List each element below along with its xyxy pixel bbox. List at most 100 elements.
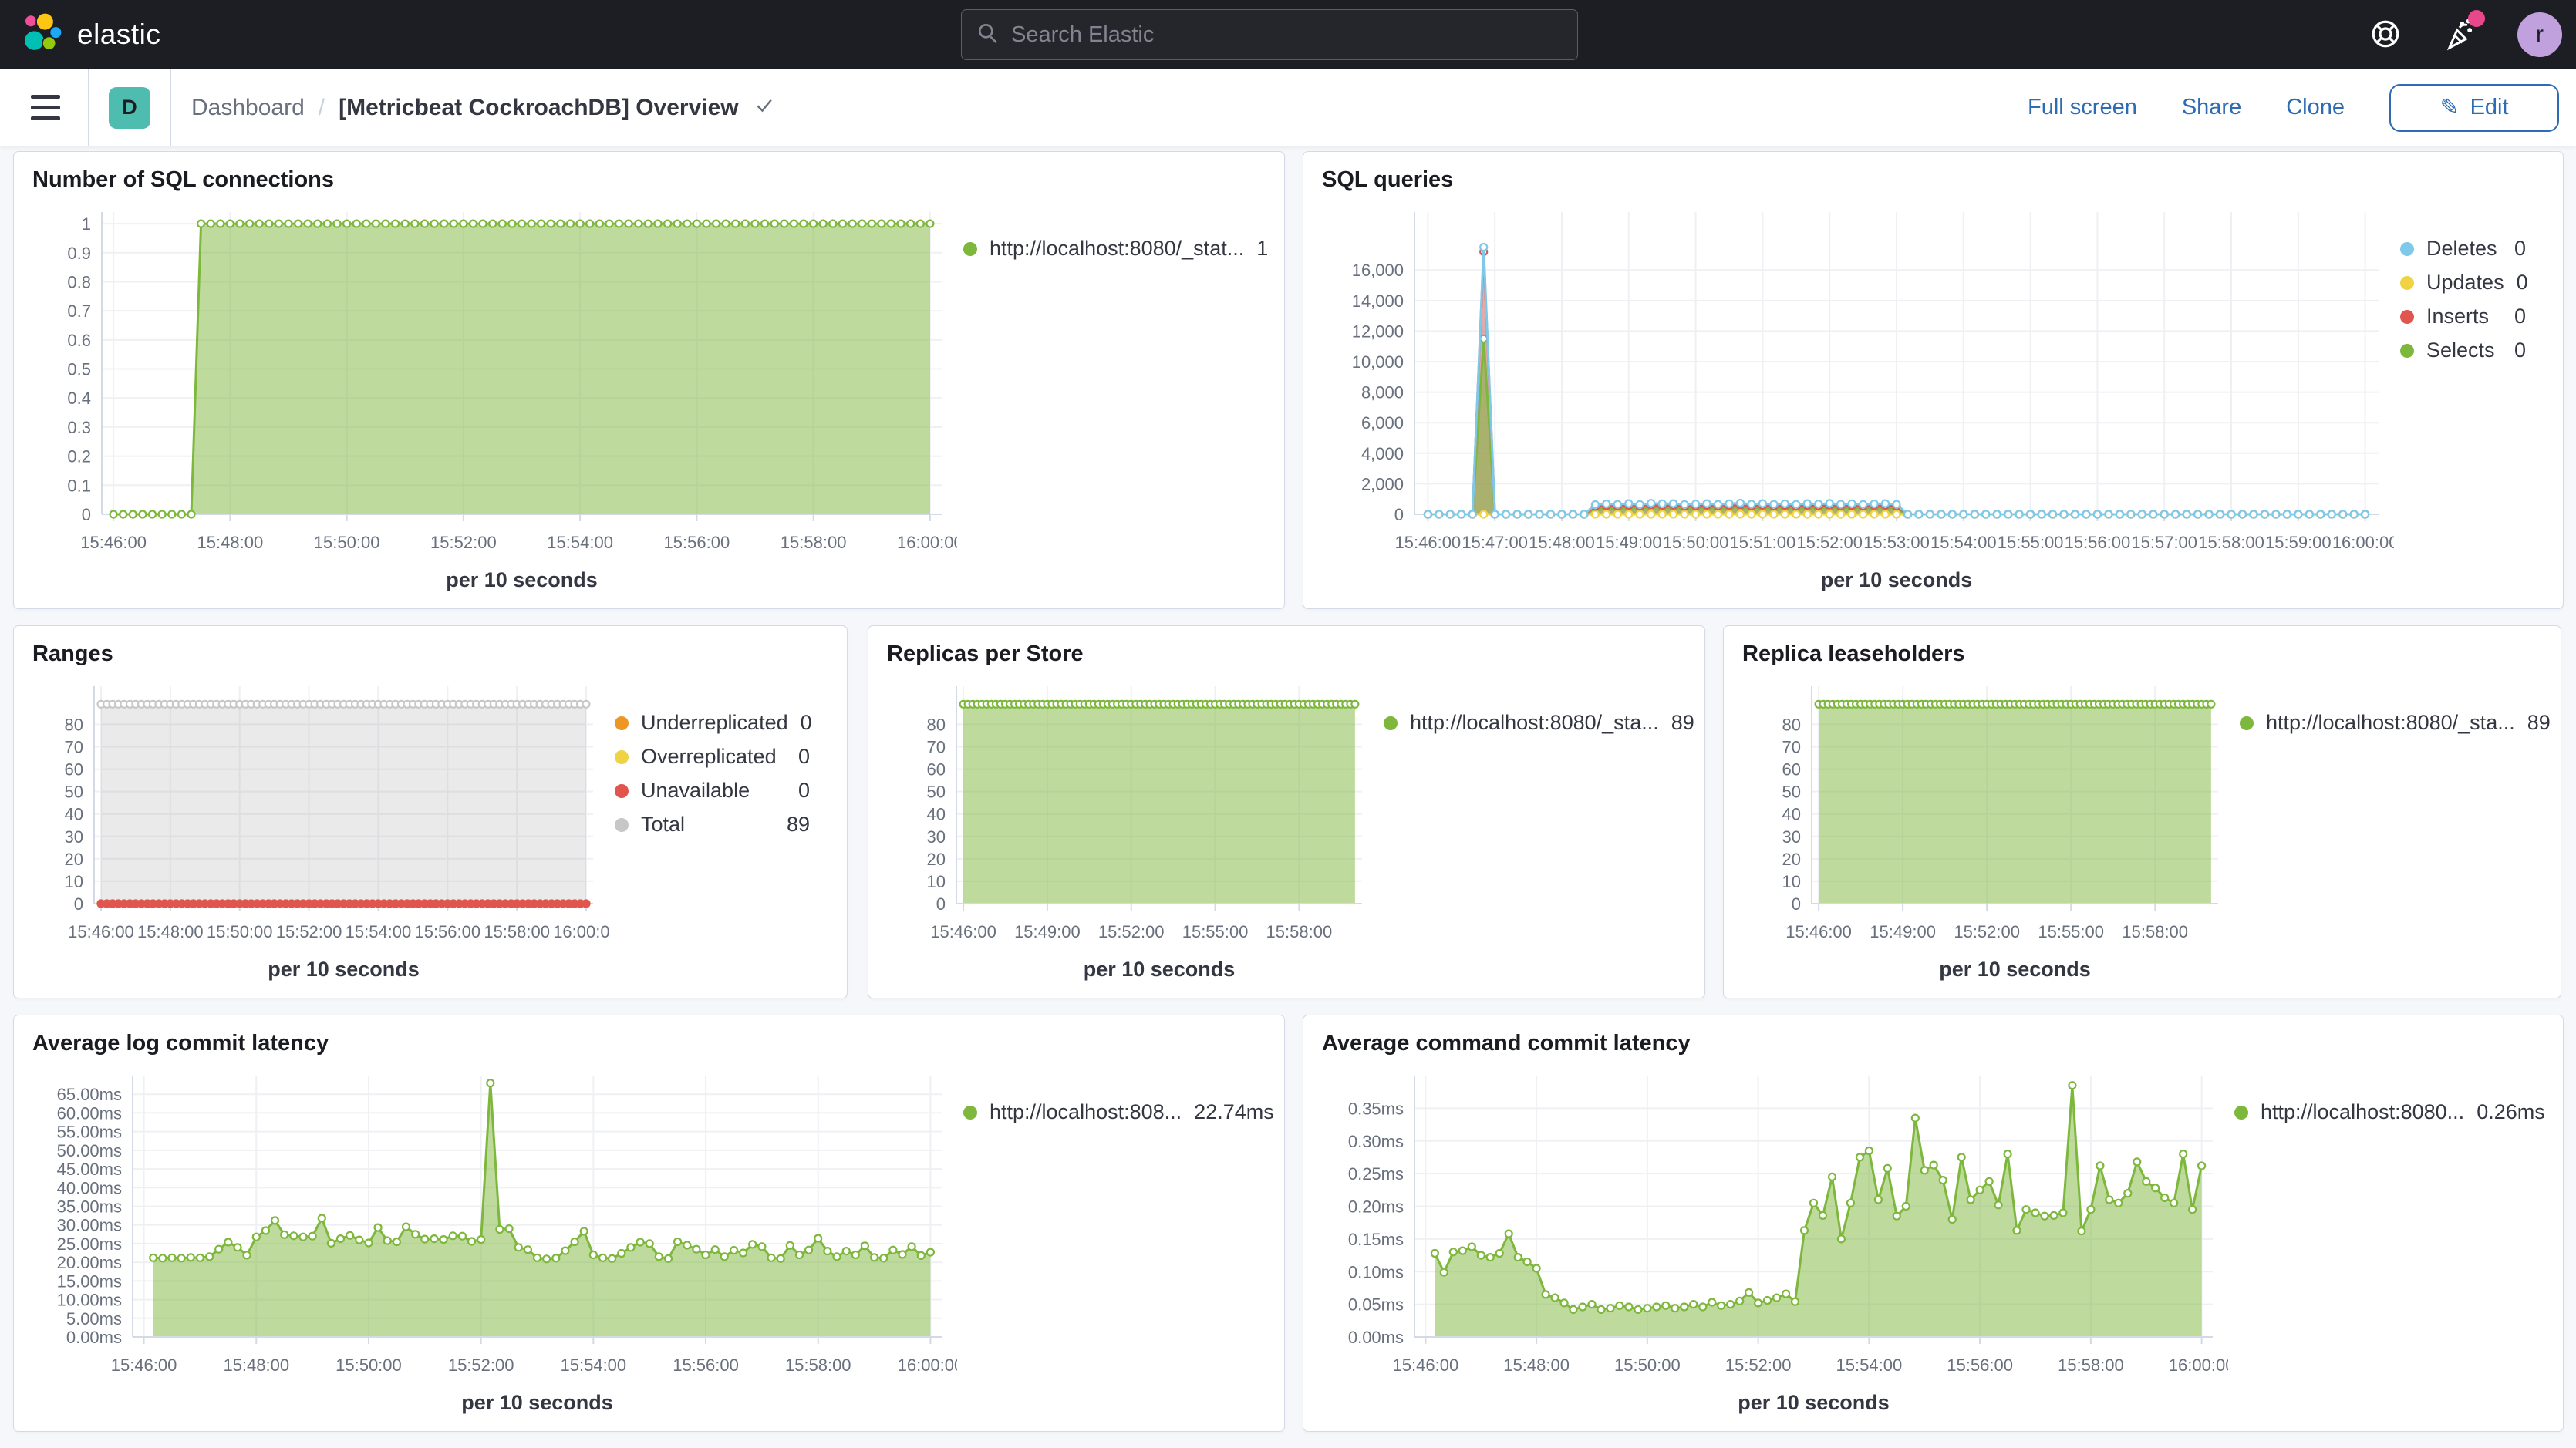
svg-text:per 10 seconds: per 10 seconds [1084,958,1236,981]
legend-item[interactable]: Selects0 [2400,338,2526,362]
chart-canvas[interactable]: 0102030405060708015:46:0015:48:0015:50:0… [32,675,609,995]
svg-text:80: 80 [65,715,83,734]
chart-canvas[interactable]: 0102030405060708015:46:0015:49:0015:52:0… [887,675,1377,995]
svg-text:70: 70 [927,737,946,756]
svg-text:15:58:00: 15:58:00 [1266,922,1333,941]
legend-item[interactable]: Overreplicated0 [615,745,810,769]
svg-text:10,000: 10,000 [1352,352,1404,372]
breadcrumb: Dashboard / [Metricbeat CockroachDB] Ove… [191,93,776,123]
legend-item[interactable]: Underreplicated 0 [615,711,810,735]
chart-canvas[interactable]: 0102030405060708015:46:0015:49:0015:52:0… [1742,675,2234,995]
svg-text:15:48:00: 15:48:00 [1529,533,1595,552]
brand-wordmark: elastic [77,19,160,51]
svg-text:30: 30 [927,827,946,847]
avatar[interactable]: r [2517,12,2562,57]
legend-item[interactable]: Total89 [615,813,810,837]
panel-title[interactable]: Number of SQL connections [32,167,1266,201]
legend-label: http://localhost:8080... [2261,1100,2464,1124]
svg-text:0.1: 0.1 [67,476,91,495]
svg-text:15:52:00: 15:52:00 [430,533,497,552]
legend-value: 89 [1671,711,1694,735]
svg-text:0.5: 0.5 [67,360,91,379]
legend-value: 0 [801,711,812,735]
svg-text:15:54:00: 15:54:00 [346,922,412,941]
svg-text:20: 20 [1782,850,1801,869]
whats-new-button[interactable] [2442,16,2477,54]
svg-text:20: 20 [65,850,83,869]
legend-item[interactable]: http://localhost:808...22.74ms [963,1100,1247,1124]
panel-title[interactable]: Average command commit latency [1322,1031,2544,1065]
chart-svg: 0.00ms0.05ms0.10ms0.15ms0.20ms0.25ms0.30… [1322,1065,2228,1428]
legend-label: Selects [2426,338,2495,362]
svg-text:per 10 seconds: per 10 seconds [1939,958,2091,981]
svg-text:15:56:00: 15:56:00 [414,922,480,941]
svg-text:0: 0 [82,505,91,524]
chart-canvas[interactable]: 00.10.20.30.40.50.60.70.80.9115:46:0015:… [32,201,957,605]
global-search[interactable] [961,9,1578,60]
legend-item[interactable]: Deletes0 [2400,237,2526,261]
svg-text:15:46:00: 15:46:00 [111,1355,177,1375]
space-badge[interactable]: D [109,87,150,129]
share-button[interactable]: Share [2182,95,2241,120]
legend-value: 0 [2514,305,2526,328]
svg-text:0.10ms: 0.10ms [1348,1262,1404,1281]
legend-item[interactable]: http://localhost:8080...0.26ms [2234,1100,2526,1124]
menu-button[interactable] [23,87,68,128]
legend-item[interactable]: Inserts 0 [2400,305,2526,328]
breadcrumb-dashboard-link[interactable]: Dashboard [191,95,305,121]
help-lifebuoy-icon [2369,18,2402,52]
svg-text:15:54:00: 15:54:00 [561,1355,627,1375]
search-input[interactable] [1011,22,1563,48]
check-icon[interactable] [753,93,776,123]
help-button[interactable] [2369,18,2402,52]
svg-text:0.35ms: 0.35ms [1348,1099,1404,1118]
legend-item[interactable]: http://localhost:8080/_sta...89 [2240,711,2524,735]
legend-label: Unavailable [641,779,750,803]
legend-value: 22.74ms [1194,1100,1274,1124]
legend-label: Inserts [2426,305,2489,328]
svg-text:8,000: 8,000 [1361,383,1404,402]
panel-title[interactable]: SQL queries [1322,167,2544,201]
full-screen-button[interactable]: Full screen [2028,95,2137,120]
legend-item[interactable]: http://localhost:8080/_stat...1 [963,237,1247,261]
svg-text:15:54:00: 15:54:00 [1930,533,1997,552]
svg-text:80: 80 [1782,715,1801,734]
legend-value: 0 [2517,271,2528,295]
panel-title[interactable]: Replica leaseholders [1742,641,2542,675]
chart-canvas[interactable]: 0.00ms5.00ms10.00ms15.00ms20.00ms25.00ms… [32,1065,957,1428]
legend-value: 89 [2527,711,2551,735]
legend-label: http://localhost:8080/_stat... [990,237,1244,261]
svg-text:12,000: 12,000 [1352,322,1404,341]
svg-text:0: 0 [1792,894,1801,914]
legend-item[interactable]: Updates0 [2400,271,2526,295]
svg-text:60: 60 [1782,760,1801,780]
notification-dot [2468,10,2485,27]
svg-text:0: 0 [936,894,946,914]
panel-title[interactable]: Replicas per Store [887,641,1686,675]
panel-title[interactable]: Ranges [32,641,828,675]
svg-text:15:58:00: 15:58:00 [2058,1355,2124,1375]
svg-text:16:00:00: 16:00:00 [2332,533,2394,552]
svg-text:60.00ms: 60.00ms [57,1103,122,1123]
legend-item[interactable]: Unavailable0 [615,779,810,803]
chart-canvas[interactable]: 0.00ms0.05ms0.10ms0.15ms0.20ms0.25ms0.30… [1322,1065,2228,1428]
legend-item[interactable]: http://localhost:8080/_sta...89 [1384,711,1667,735]
legend-label: Underreplicated [641,711,788,735]
chart-canvas[interactable]: 02,0004,0006,0008,00010,00012,00014,0001… [1322,201,2394,605]
chart-svg: 0102030405060708015:46:0015:49:0015:52:0… [887,675,1377,995]
panel-title[interactable]: Average log commit latency [32,1031,1266,1065]
divider [170,69,171,146]
svg-text:0.6: 0.6 [67,331,91,350]
svg-text:0.00ms: 0.00ms [1348,1328,1404,1347]
clone-button[interactable]: Clone [2286,95,2345,120]
panel-replicas-per-store: Replicas per Store 0102030405060708015:4… [868,625,1705,998]
svg-text:15:55:00: 15:55:00 [2038,922,2104,941]
svg-text:15:58:00: 15:58:00 [785,1355,851,1375]
edit-button[interactable]: ✎ Edit [2389,84,2559,132]
svg-text:2,000: 2,000 [1361,474,1404,493]
svg-text:15:46:00: 15:46:00 [80,533,147,552]
legend-swatch-icon [2400,310,2414,324]
chart-legend: http://localhost:8080/_sta...89 [1377,675,1686,995]
chart-legend: http://localhost:8080...0.26ms [2228,1065,2544,1428]
svg-text:15:52:00: 15:52:00 [276,922,342,941]
